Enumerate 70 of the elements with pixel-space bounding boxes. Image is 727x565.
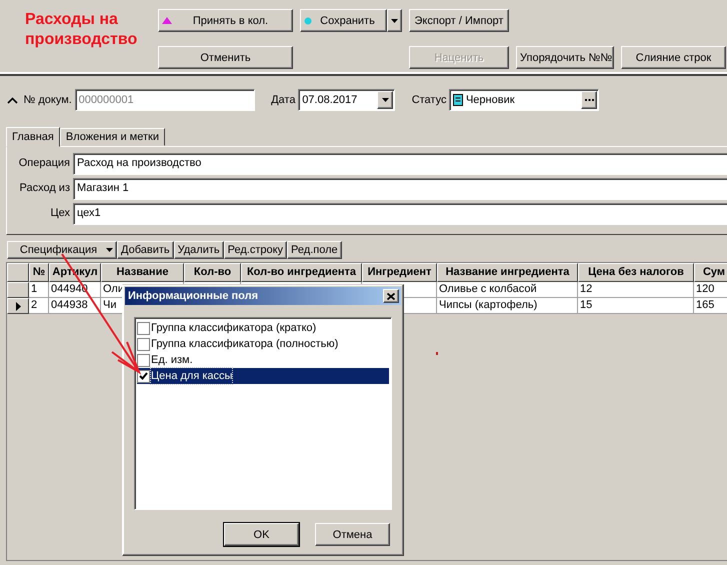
toolbar-button[interactable]: Ред.строку xyxy=(224,241,288,259)
number-field[interactable]: 000000001 xyxy=(74,89,255,111)
column-header[interactable]: Цена без налогов xyxy=(578,263,694,282)
checkbox[interactable] xyxy=(137,322,150,334)
column-header[interactable]: Название ингредиента xyxy=(437,263,578,282)
triangle-icon xyxy=(162,17,172,24)
status-field[interactable]: Черновик xyxy=(449,89,600,111)
accept-button[interactable]: Принять в кол. xyxy=(158,9,293,32)
collapse-icon[interactable] xyxy=(7,96,18,104)
page-title: Расходы на производство xyxy=(24,10,138,50)
dialog-title: Информационные поля xyxy=(128,288,258,304)
table-cell: 1 xyxy=(29,282,49,298)
action-button[interactable]: Экспорт / Импорт xyxy=(409,9,509,32)
row-header[interactable] xyxy=(7,282,29,298)
date-label: Дата xyxy=(271,92,296,108)
current-row-icon xyxy=(16,302,20,310)
text-field[interactable]: Магазин 1 xyxy=(73,178,727,200)
dot-icon xyxy=(304,16,312,24)
field-label: Цех xyxy=(49,206,71,222)
table-cell: Чипсы (картофель) xyxy=(437,298,578,314)
checkbox[interactable] xyxy=(137,354,150,366)
table-cell: 120 xyxy=(694,282,727,298)
close-icon xyxy=(387,292,395,300)
checkbox-item[interactable]: Ед. изм. xyxy=(137,352,389,368)
save-button[interactable]: Сохранить xyxy=(300,9,387,32)
column-header[interactable]: № xyxy=(29,263,49,282)
document-icon xyxy=(453,94,464,106)
action-button[interactable]: Отменить xyxy=(158,46,293,69)
text-field[interactable]: цех1 xyxy=(73,202,727,224)
column-header[interactable]: Кол-во xyxy=(184,263,241,282)
checkmark-icon xyxy=(139,372,148,380)
close-button[interactable] xyxy=(383,289,399,303)
dialog-button[interactable]: Отмена xyxy=(315,523,390,546)
toolbar-button[interactable]: Удалить xyxy=(174,241,224,259)
column-header[interactable]: Название xyxy=(101,263,184,282)
tab[interactable]: Вложения и метки xyxy=(60,128,165,146)
checkbox-item[interactable]: Цена для кассы xyxy=(137,368,389,384)
table-cell: 165 xyxy=(694,298,727,314)
table-cell: 2 xyxy=(29,298,49,314)
field-label: Расход из xyxy=(18,181,71,196)
text-field[interactable]: Расход на производство xyxy=(73,152,727,174)
table-cell: 12 xyxy=(578,282,694,298)
table-cell: Оливье с колбасой xyxy=(437,282,578,298)
caret-icon xyxy=(106,248,113,252)
column-header[interactable]: Ингредиент xyxy=(362,263,437,282)
checkbox-item[interactable]: Группа классификатора (кратко) xyxy=(137,320,389,336)
action-button[interactable]: Слияние строк xyxy=(621,46,726,69)
grid-corner xyxy=(7,263,29,282)
toolbar-button[interactable]: Ред.поле xyxy=(287,241,342,259)
checkbox[interactable] xyxy=(137,370,150,382)
field-label: Операция xyxy=(18,156,71,172)
column-header[interactable]: Кол-во ингредиента xyxy=(241,263,362,282)
dropdown-button[interactable] xyxy=(387,9,402,32)
table-cell: 044938 xyxy=(49,298,101,314)
toolbar-button[interactable]: Добавить xyxy=(117,241,174,259)
caret-icon xyxy=(382,98,389,102)
specification-menu[interactable]: Спецификация xyxy=(7,241,117,259)
status-label: Статус xyxy=(412,92,446,108)
checkbox[interactable] xyxy=(137,338,150,350)
stray-mark xyxy=(436,352,438,355)
tab[interactable]: Главная xyxy=(6,127,60,147)
checkbox-item[interactable]: Группа классификатора (полностью) xyxy=(137,336,389,352)
dialog-button[interactable]: OK xyxy=(224,523,299,546)
action-button[interactable]: Упорядочить №№ xyxy=(516,46,614,69)
caret-icon xyxy=(391,18,398,22)
date-field[interactable]: 07.08.2017 xyxy=(298,89,396,111)
row-header[interactable] xyxy=(7,298,29,314)
table-cell: Чи xyxy=(103,299,116,311)
number-label: № докум. xyxy=(24,92,72,108)
table-cell: 15 xyxy=(578,298,694,314)
